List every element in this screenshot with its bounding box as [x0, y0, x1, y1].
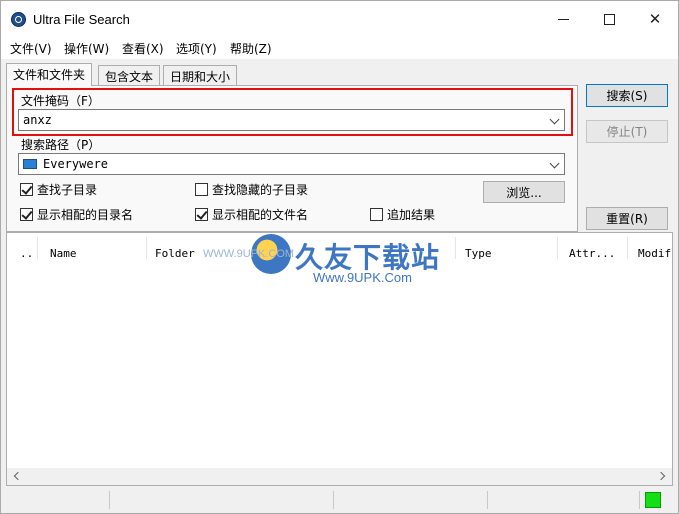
minimize-icon: [557, 18, 569, 20]
app-icon: [11, 12, 26, 27]
maximize-button[interactable]: [586, 1, 632, 37]
column-header-icon[interactable]: ..: [20, 247, 33, 260]
horizontal-scrollbar[interactable]: [7, 468, 672, 485]
status-divider: [333, 491, 334, 509]
watermark: 久友下载站 WWW.9UPK.COM Www.9UPK.Com: [203, 234, 453, 294]
status-bar: [1, 489, 678, 513]
column-divider[interactable]: [37, 237, 38, 259]
stop-button[interactable]: 停止(T): [586, 120, 668, 143]
reset-button[interactable]: 重置(R): [586, 207, 668, 230]
column-header-modified[interactable]: Modif: [638, 247, 671, 260]
watermark-url: Www.9UPK.Com: [313, 270, 412, 285]
checkbox-checked-icon[interactable]: [20, 183, 33, 196]
column-divider[interactable]: [627, 237, 628, 259]
search-path-combo[interactable]: Everywere: [18, 153, 565, 175]
column-divider[interactable]: [455, 237, 456, 259]
close-button[interactable]: ✕: [632, 1, 678, 37]
maximize-icon: [603, 13, 615, 25]
search-path-value[interactable]: Everywere: [43, 157, 108, 171]
menu-help[interactable]: 帮助(Z): [230, 40, 272, 57]
close-icon: ✕: [648, 10, 662, 28]
checkbox-subdirs[interactable]: 查找子目录: [20, 181, 97, 198]
column-divider[interactable]: [557, 237, 558, 259]
checkbox-hidden-subdirs-label: 查找隐藏的子目录: [212, 183, 309, 197]
status-divider: [109, 491, 110, 509]
scroll-right-icon[interactable]: [656, 471, 666, 481]
menu-action[interactable]: 操作(W): [64, 40, 109, 57]
watermark-url-small: WWW.9UPK.COM: [203, 248, 295, 260]
checkbox-unchecked-icon[interactable]: [195, 183, 208, 196]
checkbox-unchecked-icon[interactable]: [370, 208, 383, 221]
menu-options[interactable]: 选项(Y): [176, 40, 217, 57]
checkbox-subdirs-label: 查找子目录: [37, 183, 98, 197]
status-indicator-icon: [645, 492, 661, 508]
app-window: Ultra File Search ✕ 文件(V) 操作(W) 查看(X) 选项…: [0, 0, 679, 514]
column-divider[interactable]: [146, 237, 147, 259]
checkbox-show-file-names[interactable]: 显示相配的文件名: [195, 206, 308, 223]
menu-file[interactable]: 文件(V): [10, 40, 52, 57]
browse-button[interactable]: 浏览...: [483, 181, 565, 203]
monitor-icon: [23, 159, 37, 169]
status-divider: [487, 491, 488, 509]
menu-view[interactable]: 查看(X): [122, 40, 164, 57]
chevron-down-icon[interactable]: [549, 158, 560, 169]
column-header-name[interactable]: Name: [50, 247, 77, 260]
checkbox-append-results[interactable]: 追加结果: [370, 206, 435, 223]
tab-contains-text[interactable]: 包含文本: [98, 65, 161, 85]
checkbox-show-dir-names-label: 显示相配的目录名: [37, 208, 134, 222]
scroll-left-icon[interactable]: [13, 471, 23, 481]
column-header-attr[interactable]: Attr...: [569, 247, 615, 260]
checkbox-append-results-label: 追加结果: [387, 208, 436, 222]
status-divider: [639, 491, 640, 509]
menu-bar: 文件(V) 操作(W) 查看(X) 选项(Y) 帮助(Z): [1, 37, 678, 59]
checkbox-show-file-names-label: 显示相配的文件名: [212, 208, 309, 222]
title-bar: Ultra File Search ✕: [1, 1, 678, 37]
search-button[interactable]: 搜索(S): [586, 84, 668, 107]
column-header-folder[interactable]: Folder: [155, 247, 195, 260]
checkbox-show-dir-names[interactable]: 显示相配的目录名: [20, 206, 133, 223]
checkbox-checked-icon[interactable]: [195, 208, 208, 221]
search-path-label: 搜索路径（P）: [21, 138, 101, 152]
tab-date-size[interactable]: 日期和大小: [163, 65, 238, 85]
checkbox-checked-icon[interactable]: [20, 208, 33, 221]
window-title: Ultra File Search: [33, 12, 130, 27]
column-header-type[interactable]: Type: [465, 247, 492, 260]
tab-files-folders[interactable]: 文件和文件夹: [6, 63, 93, 86]
checkbox-hidden-subdirs[interactable]: 查找隐藏的子目录: [195, 181, 308, 198]
minimize-button[interactable]: [540, 1, 586, 37]
highlight-frame: [12, 88, 573, 136]
